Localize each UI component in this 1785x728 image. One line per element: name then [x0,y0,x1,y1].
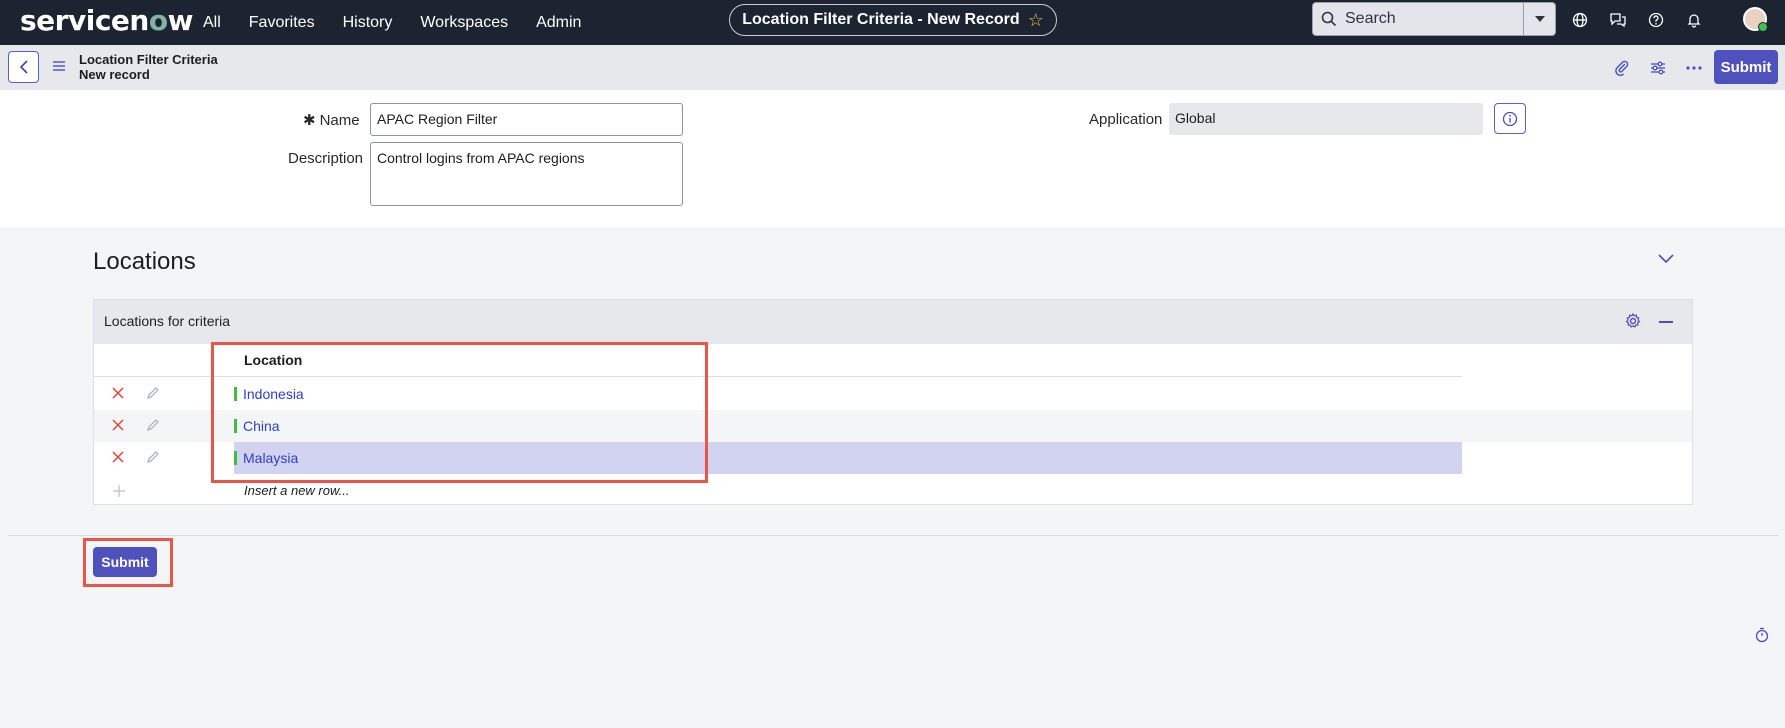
record-title: Location Filter Criteria - New Record [742,11,1020,28]
personalize-button[interactable] [1647,51,1669,84]
search-scope-dropdown[interactable] [1523,2,1556,36]
record-title-pill[interactable]: Location Filter Criteria - New Record ☆ [729,4,1057,36]
description-label: Description [288,150,364,167]
plus-icon[interactable] [112,484,126,498]
edit-row-icon[interactable] [146,386,160,400]
chevron-left-icon [19,60,28,74]
record-table-name: Location Filter Criteria [79,52,218,67]
global-search[interactable]: Search [1312,2,1524,36]
search-placeholder: Search [1345,10,1396,27]
insert-row-text[interactable]: Insert a new row... [244,483,350,498]
help-icon[interactable] [1646,10,1666,30]
more-actions-button[interactable] [1683,51,1705,84]
chevron-down-icon[interactable] [1657,253,1675,265]
collapse-list-icon[interactable] [1659,321,1673,323]
footer-divider [8,535,1778,536]
nav-favorites[interactable]: Favorites [249,14,315,32]
stopwatch-icon[interactable] [1755,627,1769,643]
application-info-button[interactable] [1494,103,1526,134]
caret-down-icon [1534,16,1545,22]
required-asterisk-icon: ✱ [303,112,316,129]
highlight-annotation-submit [83,538,173,587]
hamburger-menu-icon[interactable] [52,59,66,73]
delete-row-icon[interactable] [111,386,125,400]
description-field[interactable]: Control logins from APAC regions [370,142,683,206]
user-avatar[interactable] [1743,7,1768,32]
search-icon [1321,11,1337,27]
chat-icon[interactable] [1608,10,1628,30]
highlight-annotation-locations [211,342,708,483]
delete-row-icon[interactable] [111,418,125,432]
locations-section-title: Locations [93,248,196,275]
submit-button-header[interactable]: Submit [1714,50,1778,84]
record-title-block: Location Filter Criteria New record [79,52,218,82]
nav-admin[interactable]: Admin [536,14,581,32]
back-button[interactable] [8,51,39,83]
info-icon [1502,111,1518,126]
related-list-header: Locations for criteria [94,300,1692,344]
bell-icon[interactable] [1684,10,1704,30]
nav-workspaces[interactable]: Workspaces [420,14,508,32]
record-header: Location Filter Criteria New record Subm… [0,45,1785,90]
top-icon-group [1570,0,1704,40]
nav-all[interactable]: All [203,14,221,32]
sliders-icon [1647,57,1669,79]
nav-links: All Favorites History Workspaces Admin [203,0,581,45]
name-label: ✱ Name [303,112,360,129]
related-list-title: Locations for criteria [104,313,231,329]
nav-history[interactable]: History [343,14,393,32]
ellipsis-icon [1683,57,1705,79]
application-label: Application [1089,111,1163,128]
delete-row-icon[interactable] [111,450,125,464]
attachment-button[interactable] [1611,51,1633,84]
application-field: Global [1169,103,1483,135]
record-state: New record [79,67,150,82]
gear-icon[interactable] [1624,312,1642,330]
edit-row-icon[interactable] [146,450,160,464]
star-icon[interactable]: ☆ [1028,10,1044,31]
servicenow-logo[interactable]: servicenow [20,4,193,37]
paperclip-icon [1611,57,1633,79]
globe-icon[interactable] [1570,10,1590,30]
record-form: ✱ Name APAC Region Filter Description Con… [0,90,1785,227]
top-navigation: servicenow All Favorites History Workspa… [0,0,1785,45]
edit-row-icon[interactable] [146,418,160,432]
name-field[interactable]: APAC Region Filter [370,103,683,136]
